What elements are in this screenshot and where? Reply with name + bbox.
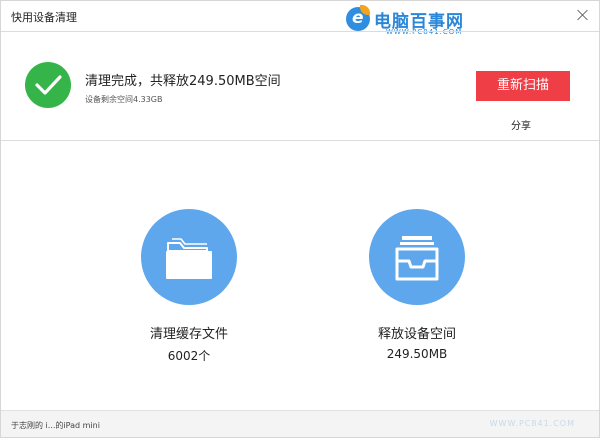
folder-icon [141, 209, 237, 305]
title-bar: 快用设备清理 电脑百事网 WWW.PC841.COM [1, 1, 599, 36]
success-check-icon [25, 62, 71, 108]
inbox-tray-icon [369, 209, 465, 305]
stat-label: 清理缓存文件 [149, 327, 228, 342]
cleanup-window: 快用设备清理 电脑百事网 WWW.PC841.COM 清理完成，共释放249.5… [0, 0, 600, 438]
stat-value: 6002个 [167, 349, 211, 363]
close-button[interactable] [575, 7, 591, 23]
window-title: 快用设备清理 [11, 11, 77, 24]
status-bar: 于志刚的 i...的iPad mini WWW.PC841.COM [1, 410, 599, 437]
remaining-space-text: 设备剩余空间4.33GB [85, 95, 163, 104]
result-title: 清理完成，共释放249.50MB空间 [85, 74, 281, 89]
device-name: 于志刚的 i...的iPad mini [11, 421, 100, 430]
stat-value: 249.50MB [386, 347, 448, 361]
stats-panel: 清理缓存文件 6002个 释放设备空间 249.50MB [1, 141, 599, 409]
share-link[interactable]: 分享 [511, 117, 531, 132]
watermark-footer-url: WWW.PC841.COM [489, 419, 575, 428]
result-panel: 清理完成，共释放249.50MB空间 设备剩余空间4.33GB 重新扫描 分享 [1, 32, 599, 140]
stat-label: 释放设备空间 [377, 327, 456, 342]
rescan-button[interactable]: 重新扫描 [476, 71, 570, 101]
